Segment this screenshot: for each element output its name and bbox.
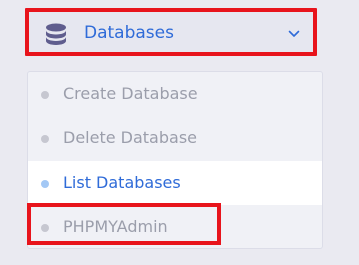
- submenu-item-label: Delete Database: [63, 128, 197, 147]
- bullet-icon: [41, 180, 49, 188]
- bullet-icon: [41, 224, 49, 232]
- submenu-item-label: PHPMYAdmin: [63, 217, 168, 236]
- submenu-item-label: List Databases: [63, 173, 181, 192]
- submenu-item-delete-database[interactable]: Delete Database: [28, 116, 322, 160]
- bullet-icon: [41, 135, 49, 143]
- chevron-down-icon[interactable]: [288, 30, 300, 38]
- database-icon: [46, 23, 66, 45]
- submenu-item-phpmyadmin[interactable]: PHPMYAdmin: [28, 205, 322, 249]
- bullet-icon: [41, 91, 49, 99]
- databases-submenu: Create Database Delete Database List Dat…: [27, 71, 323, 249]
- databases-menu-header[interactable]: Databases: [25, 8, 317, 56]
- databases-menu-title: Databases: [84, 23, 174, 43]
- submenu-item-list-databases[interactable]: List Databases: [28, 161, 322, 205]
- submenu-item-label: Create Database: [63, 84, 198, 103]
- submenu-item-create-database[interactable]: Create Database: [28, 72, 322, 116]
